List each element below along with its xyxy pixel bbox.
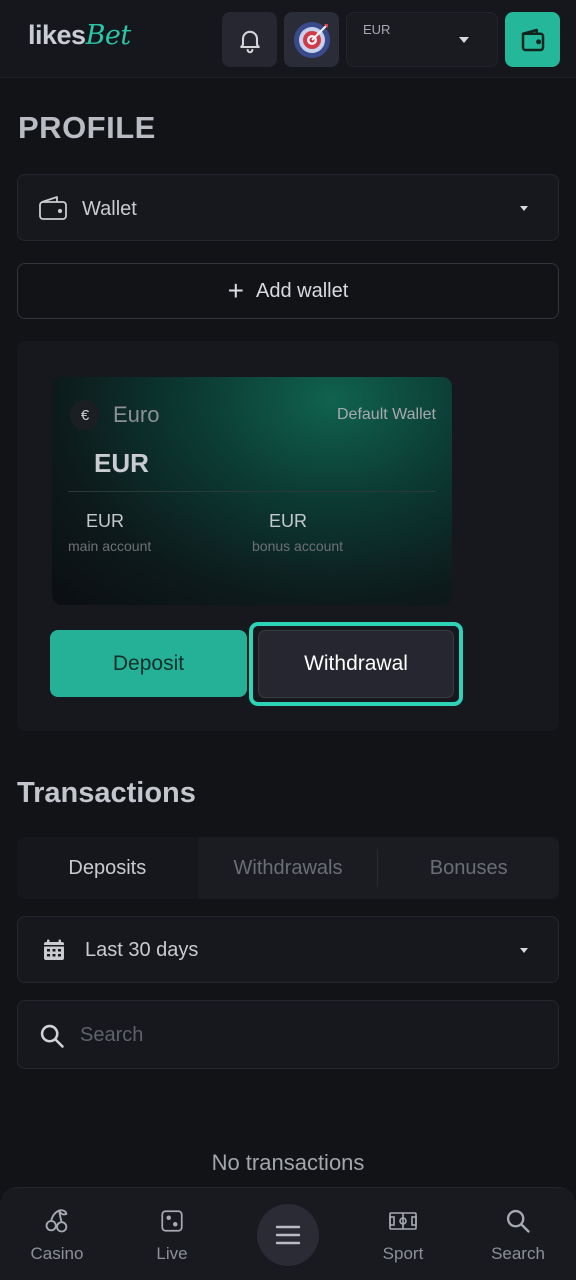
notifications-button[interactable] bbox=[222, 12, 277, 67]
period-select[interactable]: Last 30 days bbox=[17, 916, 559, 983]
target-avatar-icon bbox=[293, 21, 330, 58]
deposit-button[interactable]: Deposit bbox=[50, 630, 247, 697]
chevron-down-icon bbox=[520, 948, 528, 953]
main-account: EUR main account bbox=[68, 511, 151, 554]
nav-casino-label: Casino bbox=[30, 1244, 84, 1263]
logo[interactable]: likesBet bbox=[28, 20, 131, 51]
bonus-account: EUR bonus account bbox=[252, 511, 343, 554]
bottom-nav: Casino Live Sport Search bbox=[0, 1187, 576, 1280]
wallet-card[interactable]: € Euro Default Wallet EUR EUR main accou… bbox=[52, 377, 452, 605]
wallet-currency-name: Euro bbox=[113, 402, 160, 427]
nav-sport[interactable]: Sport bbox=[353, 1206, 453, 1264]
logo-text-bet: Bet bbox=[85, 20, 132, 51]
period-label: Last 30 days bbox=[85, 939, 199, 961]
nav-live[interactable]: Live bbox=[122, 1206, 222, 1264]
calendar-icon bbox=[42, 938, 66, 967]
nav-live-label: Live bbox=[156, 1244, 188, 1263]
empty-state-text: No transactions bbox=[211, 1150, 365, 1175]
menu-button[interactable] bbox=[257, 1204, 319, 1266]
withdrawal-button[interactable]: Withdrawal bbox=[258, 630, 454, 698]
tab-deposits[interactable]: Deposits bbox=[17, 837, 198, 899]
nav-sport-label: Sport bbox=[382, 1244, 424, 1263]
search-input[interactable] bbox=[80, 1019, 520, 1051]
transaction-tabs: Deposits Withdrawals Bonuses bbox=[17, 837, 559, 899]
wallet-icon bbox=[521, 28, 544, 51]
top-bar: likesBet EUR bbox=[0, 0, 576, 78]
bell-icon bbox=[239, 30, 260, 53]
search-field[interactable] bbox=[17, 1000, 559, 1069]
tab-withdrawals[interactable]: Withdrawals bbox=[198, 837, 379, 899]
currency-select[interactable]: EUR bbox=[346, 12, 498, 67]
transactions-title: Transactions bbox=[17, 777, 196, 809]
main-account-value: EUR bbox=[86, 511, 125, 531]
main-account-label: main account bbox=[68, 538, 152, 554]
nav-search[interactable]: Search bbox=[468, 1206, 568, 1264]
wallet-currency-code: EUR bbox=[94, 448, 149, 478]
bonus-account-label: bonus account bbox=[252, 538, 344, 554]
nav-search-label: Search bbox=[491, 1244, 545, 1263]
cherries-icon bbox=[45, 1209, 68, 1233]
add-wallet-button[interactable]: + Add wallet bbox=[17, 263, 559, 319]
wallet-select[interactable]: Wallet bbox=[17, 174, 559, 241]
logo-text-likes: likes bbox=[28, 20, 86, 50]
wallet-button[interactable] bbox=[505, 12, 560, 67]
currency-label: EUR bbox=[363, 22, 391, 37]
wallet-select-label: Wallet bbox=[82, 198, 137, 220]
page-title: PROFILE bbox=[18, 110, 156, 145]
euro-icon: € bbox=[70, 400, 100, 430]
bonus-account-value: EUR bbox=[269, 511, 308, 531]
avatar-button[interactable] bbox=[284, 12, 339, 67]
plus-icon: + bbox=[227, 275, 245, 306]
default-wallet-badge: Default Wallet bbox=[337, 406, 436, 423]
dice-icon bbox=[161, 1210, 183, 1232]
withdrawal-highlight: Withdrawal bbox=[249, 622, 463, 706]
add-wallet-label: Add wallet bbox=[256, 279, 349, 302]
search-icon bbox=[506, 1209, 530, 1233]
tab-bonuses[interactable]: Bonuses bbox=[378, 837, 559, 899]
wallet-icon bbox=[38, 195, 68, 226]
search-icon bbox=[38, 1022, 66, 1055]
card-divider bbox=[68, 491, 436, 492]
chevron-down-icon bbox=[520, 206, 528, 211]
hamburger-menu-icon bbox=[275, 1225, 301, 1245]
nav-casino[interactable]: Casino bbox=[7, 1206, 107, 1264]
chevron-down-icon bbox=[459, 37, 469, 43]
wallet-panel: € Euro Default Wallet EUR EUR main accou… bbox=[17, 341, 559, 731]
field-icon bbox=[389, 1212, 417, 1230]
